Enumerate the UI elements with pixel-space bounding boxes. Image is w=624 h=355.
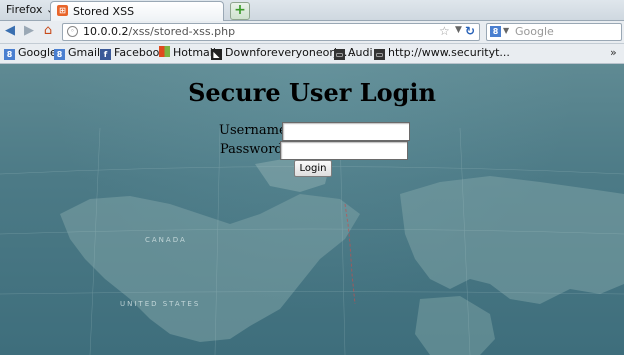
google-icon: 8 bbox=[4, 49, 15, 60]
downforeveryone-icon: ◣ bbox=[211, 49, 222, 60]
navigation-toolbar: ◀ ▶ ⌂ ◦ 10.0.0.2/xss/stored-xss.php ☆ ▼ … bbox=[0, 21, 624, 44]
globe-icon: ◦ bbox=[67, 26, 78, 37]
password-input[interactable] bbox=[280, 141, 408, 160]
folder-icon: ▭ bbox=[334, 49, 345, 60]
bookmark-label: Facebook bbox=[114, 46, 166, 59]
google-search-engine-icon[interactable]: 8 bbox=[490, 26, 501, 37]
tab-title: Stored XSS bbox=[73, 5, 135, 18]
address-bar[interactable]: ◦ 10.0.0.2/xss/stored-xss.php ☆ ▼ ↻ bbox=[62, 23, 480, 41]
new-tab-button[interactable]: + bbox=[230, 2, 250, 20]
bookmark-label: http://www.securityt... bbox=[388, 46, 510, 59]
page-content: CANADA UNITED STATES Secure User Login U… bbox=[0, 64, 624, 355]
reload-icon[interactable]: ↻ bbox=[465, 24, 477, 38]
bookmark-label: Gmail bbox=[68, 46, 101, 59]
map-label-united-states: UNITED STATES bbox=[120, 300, 200, 308]
bookmark-facebook[interactable]: f Facebook bbox=[100, 46, 166, 60]
bookmark-label: Audi bbox=[348, 46, 373, 59]
url-text: 10.0.0.2/xss/stored-xss.php bbox=[83, 25, 235, 38]
url-history-dropdown-icon[interactable]: ▼ bbox=[455, 25, 462, 35]
page-title: Secure User Login bbox=[188, 78, 436, 107]
bookmark-hotmail[interactable]: Hotmail bbox=[159, 46, 216, 60]
login-button[interactable]: Login bbox=[294, 160, 332, 177]
bookmarks-overflow-chevron-icon[interactable]: » bbox=[610, 46, 617, 59]
tab-bar: Firefox ⌄ ⊞ Stored XSS + bbox=[0, 0, 624, 21]
world-map-background: CANADA UNITED STATES bbox=[0, 127, 624, 355]
tab-stored-xss[interactable]: ⊞ Stored XSS bbox=[50, 1, 224, 21]
map-label-canada: CANADA bbox=[145, 236, 187, 244]
africa-landmass bbox=[415, 296, 495, 355]
forward-arrow-icon[interactable]: ▶ bbox=[22, 24, 36, 38]
bookmark-audi[interactable]: ▭ Audi bbox=[334, 46, 373, 60]
home-icon[interactable]: ⌂ bbox=[41, 24, 55, 38]
bookmark-label: Hotmail bbox=[173, 46, 216, 59]
password-label: Password: bbox=[220, 142, 288, 157]
search-bar[interactable]: 8 ▼ Google bbox=[486, 23, 622, 41]
username-input[interactable] bbox=[282, 122, 410, 141]
bookmark-star-icon[interactable]: ☆ bbox=[439, 24, 450, 38]
bookmark-google[interactable]: 8 Google bbox=[4, 46, 57, 60]
firefox-menu-label: Firefox bbox=[6, 3, 43, 16]
url-host: 10.0.0.2 bbox=[83, 25, 129, 38]
facebook-icon: f bbox=[100, 49, 111, 60]
bookmark-gmail[interactable]: 8 Gmail bbox=[54, 46, 100, 60]
page-favicon-icon: ⊞ bbox=[57, 5, 68, 16]
eurasia-landmass bbox=[400, 176, 624, 304]
bookmark-label: Google bbox=[18, 46, 57, 59]
username-label: Username: bbox=[219, 123, 292, 138]
search-placeholder: Google bbox=[515, 25, 554, 38]
folder-icon: ▭ bbox=[374, 49, 385, 60]
url-path: /xss/stored-xss.php bbox=[128, 25, 236, 38]
gmail-icon: 8 bbox=[54, 49, 65, 60]
windows-icon bbox=[159, 46, 170, 57]
bookmark-downforeveryone[interactable]: ◣ Downforeveryoneorju... bbox=[211, 46, 354, 60]
north-america-landmass bbox=[60, 194, 360, 342]
bookmarks-toolbar: 8 Google 8 Gmail f Facebook Hotmail ◣ Downfo… bbox=[0, 44, 624, 64]
bookmark-securityt[interactable]: ▭ http://www.securityt... bbox=[374, 46, 510, 60]
back-arrow-icon[interactable]: ◀ bbox=[3, 24, 17, 38]
search-engine-dropdown-icon[interactable]: ▼ bbox=[503, 26, 509, 35]
